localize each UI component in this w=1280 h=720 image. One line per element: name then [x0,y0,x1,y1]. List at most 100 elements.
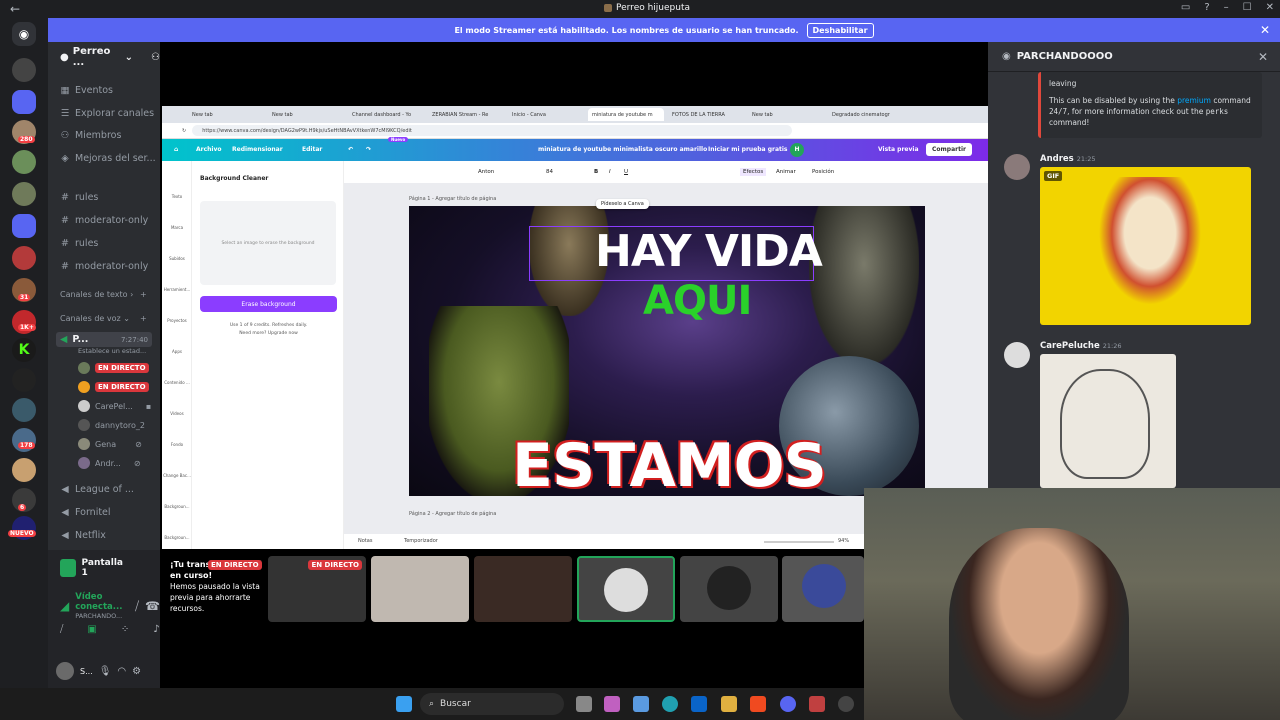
browser-tab[interactable]: ZERABIAN Stream - Re [428,108,504,121]
microphone-icon[interactable]: 🎙 [99,666,112,677]
disable-button[interactable]: Deshabilitar [806,22,874,38]
server-header[interactable]: ● Perreo ... ⌄ ⚇ [48,42,160,72]
browser-tab[interactable]: Inicio - Canva [508,108,584,121]
voice-user[interactable]: Andr... ⊘ [78,457,141,469]
tool-projects[interactable]: Proyectos [162,318,192,323]
headphones-icon[interactable]: ◠ [117,666,126,677]
image-drop-zone[interactable]: Select an image to erase the background [200,201,336,285]
server-icon[interactable] [12,182,36,206]
upgrade-link[interactable]: Need more? Upgrade now [200,330,337,338]
headline-estamos-solos[interactable]: ESTAMOS SOLOS? [512,431,925,496]
trial-button[interactable]: Iniciar mi prueba gratis [708,146,788,153]
outlook-icon[interactable] [691,696,707,712]
text-channel[interactable]: # moderator-only [60,215,148,226]
activities-icon[interactable]: ⁘ [121,624,129,635]
add-channel-icon[interactable]: + [140,290,147,299]
participant-tile[interactable] [680,556,778,622]
tool-tools[interactable]: Herramient... [162,287,192,292]
text-channel[interactable]: # rules [60,192,98,203]
voice-user[interactable]: dannytoro_2 [78,419,145,431]
inbox-icon[interactable]: ▭ [1181,2,1190,13]
copilot-icon[interactable] [604,696,620,712]
browser-tab[interactable]: Channel dashboard - Yo [348,108,424,121]
server-icon[interactable] [12,246,36,270]
headline-hay-vida[interactable]: HAY VIDA [595,226,823,277]
voice-channel-active[interactable]: ◀ P... 7:27:40 [56,332,152,347]
minimize-icon[interactable]: – [1224,2,1229,13]
menu-archivo[interactable]: Archivo [196,146,222,153]
discord-icon[interactable] [780,696,796,712]
page-2-label[interactable]: Página 2 - Agregar título de página [409,511,496,517]
voice-channel[interactable]: ◀ League of ... [60,484,134,495]
refresh-icon[interactable]: ↻ [182,128,186,134]
maximize-icon[interactable]: ☐ [1243,2,1252,13]
close-window-icon[interactable]: ✕ [1266,2,1274,13]
server-icon[interactable] [12,150,36,174]
browser-tab[interactable]: New tab [188,108,264,121]
screen-share-icon[interactable]: ▣ [87,624,96,635]
participant-tile-speaking[interactable] [577,556,675,622]
camera-off-icon[interactable]: ⧸ [60,624,63,635]
avatar[interactable] [56,662,74,680]
browser-tab-active[interactable]: miniatura de youtube m [588,108,664,121]
sidebar-item-boosts[interactable]: ◈ Mejoras del ser... [60,153,155,164]
menu-edit[interactable]: Editar [302,146,322,153]
category-voice-channels[interactable]: Canales de voz ⌄ + [60,314,147,323]
thumbnail-design[interactable]: HAY VIDA AQUI ESTAMOS SOLOS? [409,206,925,496]
tool-content[interactable]: Contenido ... [162,380,192,385]
share-button[interactable]: Compartir [926,143,972,156]
app-icon[interactable] [838,696,854,712]
page-1-label[interactable]: Página 1 - Agregar título de página [409,196,496,202]
settings-gear-icon[interactable]: ⚙ [132,666,141,677]
participant-tile[interactable] [782,556,864,622]
participant-tile[interactable] [474,556,572,622]
help-icon[interactable]: ? [1204,2,1209,13]
server-icon[interactable] [12,58,36,82]
taskbar-search[interactable]: ⌕ Buscar [420,693,564,715]
close-chat-icon[interactable]: ✕ [1258,50,1268,64]
stream-thumbnail[interactable]: EN DIRECTO [268,556,366,622]
tool-text[interactable]: Texto [162,194,192,199]
disconnect-icon[interactable]: ☎ [145,599,160,613]
menu-resize[interactable]: Redimensionar [232,146,283,153]
file-explorer-icon[interactable] [721,696,737,712]
tool-videos[interactable]: Vídeos [162,411,192,416]
text-channel[interactable]: # rules [60,238,98,249]
avatar[interactable] [1004,342,1030,368]
store-icon[interactable] [633,696,649,712]
category-text-channels[interactable]: Canales de texto › + [60,290,147,299]
close-icon[interactable]: ✕ [1260,23,1270,37]
tool-background[interactable]: Fondo [162,442,192,447]
user-avatar[interactable]: H [790,143,804,157]
timer-button[interactable]: Temporizador [404,538,438,544]
discord-home-icon[interactable]: ◉ [12,22,36,46]
add-member-icon[interactable]: ⚇ [151,52,160,63]
undo-icon[interactable]: ↶ [348,146,353,153]
tool-bg-2[interactable]: Backgroun... [162,535,192,540]
voice-status[interactable]: Establece un estad... [78,347,146,355]
browser-tab[interactable]: Degradado cinematogr [828,108,904,121]
tool-change-bg[interactable]: Change Bac... [162,473,192,478]
add-channel-icon[interactable]: + [140,314,147,323]
voice-user[interactable]: EN DIRECTO [78,362,149,374]
url-field[interactable]: https://www.canva.com/design/DAG2wP9t.H9… [192,125,793,136]
server-icon[interactable] [12,90,36,114]
brave-icon[interactable] [750,696,766,712]
windows-start-icon[interactable] [396,696,412,712]
doc-title[interactable]: miniatura de youtube minimalista oscuro … [538,146,707,153]
ask-canva-button[interactable]: Pídeselo a Canva [601,201,644,207]
tool-bg-1[interactable]: Backgroun... [162,504,192,509]
browser-tab[interactable]: FOTOS DE LA TIERRA [668,108,744,121]
noise-suppression-icon[interactable]: ⧸ [135,599,139,614]
sidebar-item-members[interactable]: ⚇ Miembros [60,130,122,141]
browser-tab[interactable]: New tab [748,108,824,121]
redo-icon[interactable]: ↷ [366,146,371,153]
server-icon[interactable] [12,398,36,422]
sidebar-item-explore[interactable]: ☰ Explorar canales [60,108,154,119]
task-view-icon[interactable] [576,696,592,712]
voice-channel[interactable]: ◀ Netflix [60,530,106,541]
tool-uploads[interactable]: Subidos [162,256,192,261]
font-size-value[interactable]: 84 [546,169,553,175]
message-author[interactable]: CarePeluche 21:26 [1040,341,1121,351]
gif-attachment[interactable]: GIF [1040,167,1251,325]
